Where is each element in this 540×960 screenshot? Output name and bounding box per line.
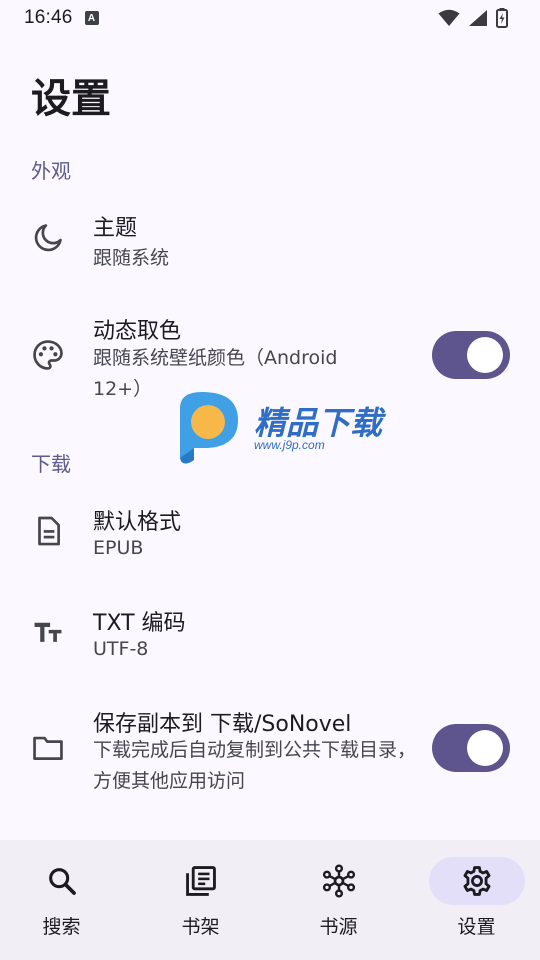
setting-default-format-title: 默认格式 xyxy=(93,510,182,535)
page-title: 设置 xyxy=(31,76,111,122)
setting-default-format[interactable]: 默认格式 EPUB xyxy=(0,484,540,580)
setting-txt-encoding[interactable]: TXT 编码 UTF-8 xyxy=(0,586,540,682)
watermark-p-logo-icon xyxy=(180,392,238,464)
setting-txt-encoding-title: TXT 编码 xyxy=(93,611,186,636)
nav-item-search[interactable]: 搜索 xyxy=(0,840,129,960)
library-icon xyxy=(185,866,216,896)
setting-dynamic-color-title: 动态取色 xyxy=(93,319,182,344)
nav-item-sources[interactable]: 书源 xyxy=(271,840,406,960)
nav-label-sources: 书源 xyxy=(319,916,358,938)
palette-icon xyxy=(33,340,63,370)
bottom-navigation: 搜索 书架 书源 设置 xyxy=(0,840,540,960)
setting-txt-encoding-subtitle: UTF-8 xyxy=(93,638,149,660)
signal-icon xyxy=(469,10,487,26)
save-copy-toggle[interactable] xyxy=(432,724,510,772)
toggle-knob xyxy=(467,337,503,373)
watermark-url: www.j9p.com xyxy=(254,438,325,452)
section-header-download: 下载 xyxy=(31,452,71,476)
status-time: 16:46 xyxy=(24,7,73,28)
hub-icon xyxy=(322,864,355,898)
setting-theme[interactable]: 主题 跟随系统 xyxy=(0,190,540,286)
document-icon xyxy=(38,516,60,546)
nav-label-library: 书架 xyxy=(181,916,220,938)
folder-icon xyxy=(33,736,63,760)
watermark-logo: 精品下载 www.j9p.com xyxy=(172,388,412,468)
battery-icon xyxy=(496,8,508,28)
setting-save-copy-title: 保存副本到 下载/SoNovel xyxy=(93,712,352,737)
status-icons xyxy=(438,8,508,28)
setting-default-format-subtitle: EPUB xyxy=(93,537,144,559)
toggle-knob xyxy=(467,730,503,766)
setting-theme-subtitle: 跟随系统 xyxy=(93,247,170,269)
moon-icon xyxy=(34,224,62,252)
nav-item-library[interactable]: 书架 xyxy=(133,840,268,960)
nav-label-settings: 设置 xyxy=(457,916,496,938)
search-icon xyxy=(48,868,76,895)
wifi-icon xyxy=(438,9,460,26)
setting-theme-title: 主题 xyxy=(93,216,138,241)
setting-save-copy-subtitle: 下载完成后自动复制到公共下载目录，方便其他应用访问 xyxy=(93,739,417,792)
setting-save-copy[interactable]: 保存副本到 下载/SoNovel 下载完成后自动复制到公共下载目录，方便其他应用… xyxy=(0,690,540,810)
status-bar: 16:46 A xyxy=(0,0,540,36)
nav-item-settings[interactable]: 设置 xyxy=(409,840,540,960)
dynamic-color-toggle[interactable] xyxy=(432,331,510,379)
nav-label-search: 搜索 xyxy=(42,916,81,938)
gear-icon xyxy=(463,866,490,896)
section-header-appearance: 外观 xyxy=(31,159,71,183)
notification-icon: A xyxy=(84,11,99,25)
text-size-icon xyxy=(34,622,62,642)
